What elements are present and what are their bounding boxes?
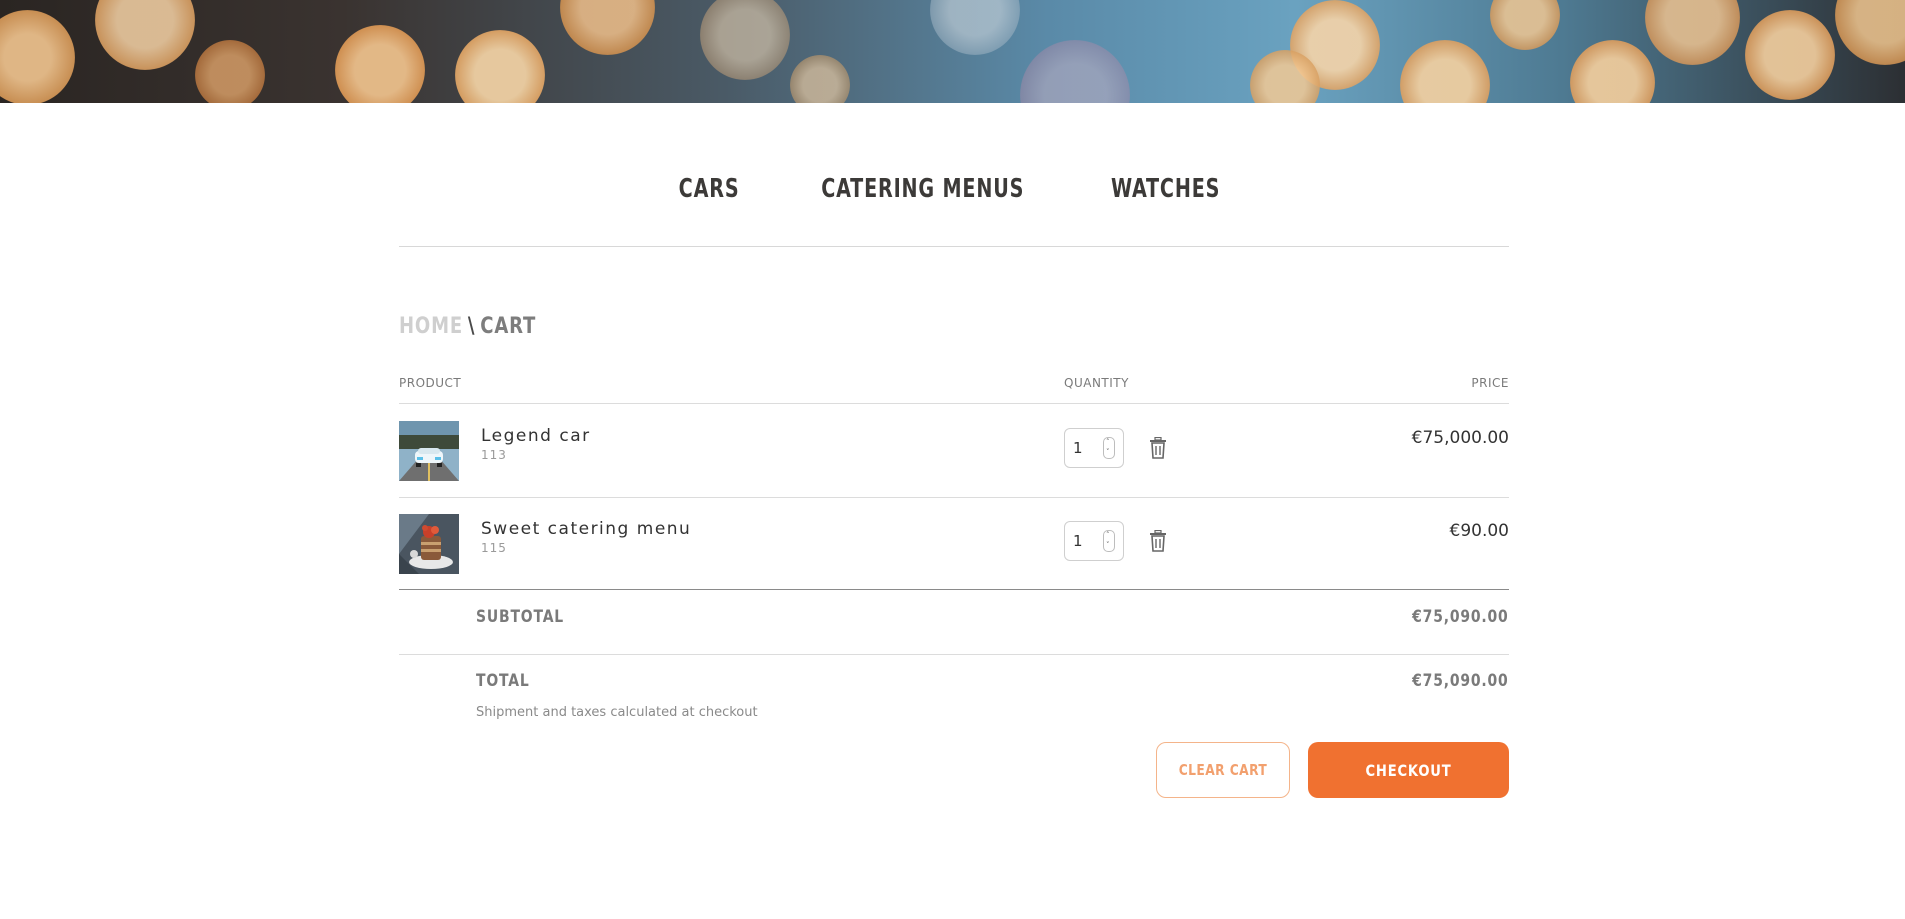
header-price: PRICE xyxy=(1471,376,1509,390)
items-end-divider xyxy=(399,589,1509,590)
trash-icon[interactable] xyxy=(1149,529,1167,552)
chevron-down-icon[interactable]: ˅ xyxy=(1106,542,1110,549)
quantity-stepper[interactable]: 1 ˄ ˅ xyxy=(1064,428,1124,468)
breadcrumb: HOME \ CART xyxy=(399,314,536,339)
cart-row-legend-car: Legend car 113 1 ˄ ˅ €75,000.00 xyxy=(399,404,1509,496)
nav-item-cars[interactable]: CARS xyxy=(679,174,740,204)
product-price: €75,000.00 xyxy=(1411,428,1509,448)
nav-item-watches[interactable]: WATCHES xyxy=(1111,174,1220,204)
total-label: TOTAL xyxy=(476,671,530,691)
hero-banner xyxy=(0,0,1905,103)
main-nav: CARS CATERING MENUS WATCHES xyxy=(0,174,1905,204)
total-value: €75,090.00 xyxy=(1412,671,1509,691)
clear-cart-button[interactable]: CLEAR CART xyxy=(1156,742,1290,798)
header-quantity: QUANTITY xyxy=(1064,376,1129,390)
clear-cart-label: CLEAR CART xyxy=(1178,761,1268,779)
subtotal-label: SUBTOTAL xyxy=(476,607,565,627)
quantity-value: 1 xyxy=(1073,439,1083,457)
chevron-up-icon[interactable]: ˄ xyxy=(1106,532,1110,539)
cart-row-sweet-catering-menu: Sweet catering menu 115 1 ˄ ˅ €90.00 xyxy=(399,497,1509,589)
product-price: €90.00 xyxy=(1449,521,1509,541)
quantity-value: 1 xyxy=(1073,532,1083,550)
nav-divider xyxy=(399,246,1509,247)
breadcrumb-separator: \ xyxy=(467,314,476,339)
quantity-stepper[interactable]: 1 ˄ ˅ xyxy=(1064,521,1124,561)
chevron-down-icon[interactable]: ˅ xyxy=(1106,449,1110,456)
quantity-spinner[interactable]: ˄ ˅ xyxy=(1103,437,1115,459)
header-product: PRODUCT xyxy=(399,376,462,390)
breadcrumb-home-link[interactable]: HOME xyxy=(399,314,463,339)
checkout-note: Shipment and taxes calculated at checkou… xyxy=(476,705,758,720)
breadcrumb-current: CART xyxy=(480,314,537,339)
product-image-catering[interactable] xyxy=(399,514,459,574)
subtotal-divider xyxy=(399,654,1509,655)
nav-item-catering-menus[interactable]: CATERING MENUS xyxy=(821,174,1024,204)
product-image-car[interactable] xyxy=(399,421,459,481)
product-name[interactable]: Sweet catering menu xyxy=(481,519,691,539)
product-name[interactable]: Legend car xyxy=(481,426,591,446)
checkout-label: CHECKOUT xyxy=(1365,760,1452,780)
quantity-spinner[interactable]: ˄ ˅ xyxy=(1103,530,1115,552)
product-sku: 115 xyxy=(481,541,507,555)
chevron-up-icon[interactable]: ˄ xyxy=(1106,439,1110,446)
checkout-button[interactable]: CHECKOUT xyxy=(1308,742,1509,798)
trash-icon[interactable] xyxy=(1149,436,1167,459)
subtotal-value: €75,090.00 xyxy=(1412,607,1509,627)
product-sku: 113 xyxy=(481,448,507,462)
